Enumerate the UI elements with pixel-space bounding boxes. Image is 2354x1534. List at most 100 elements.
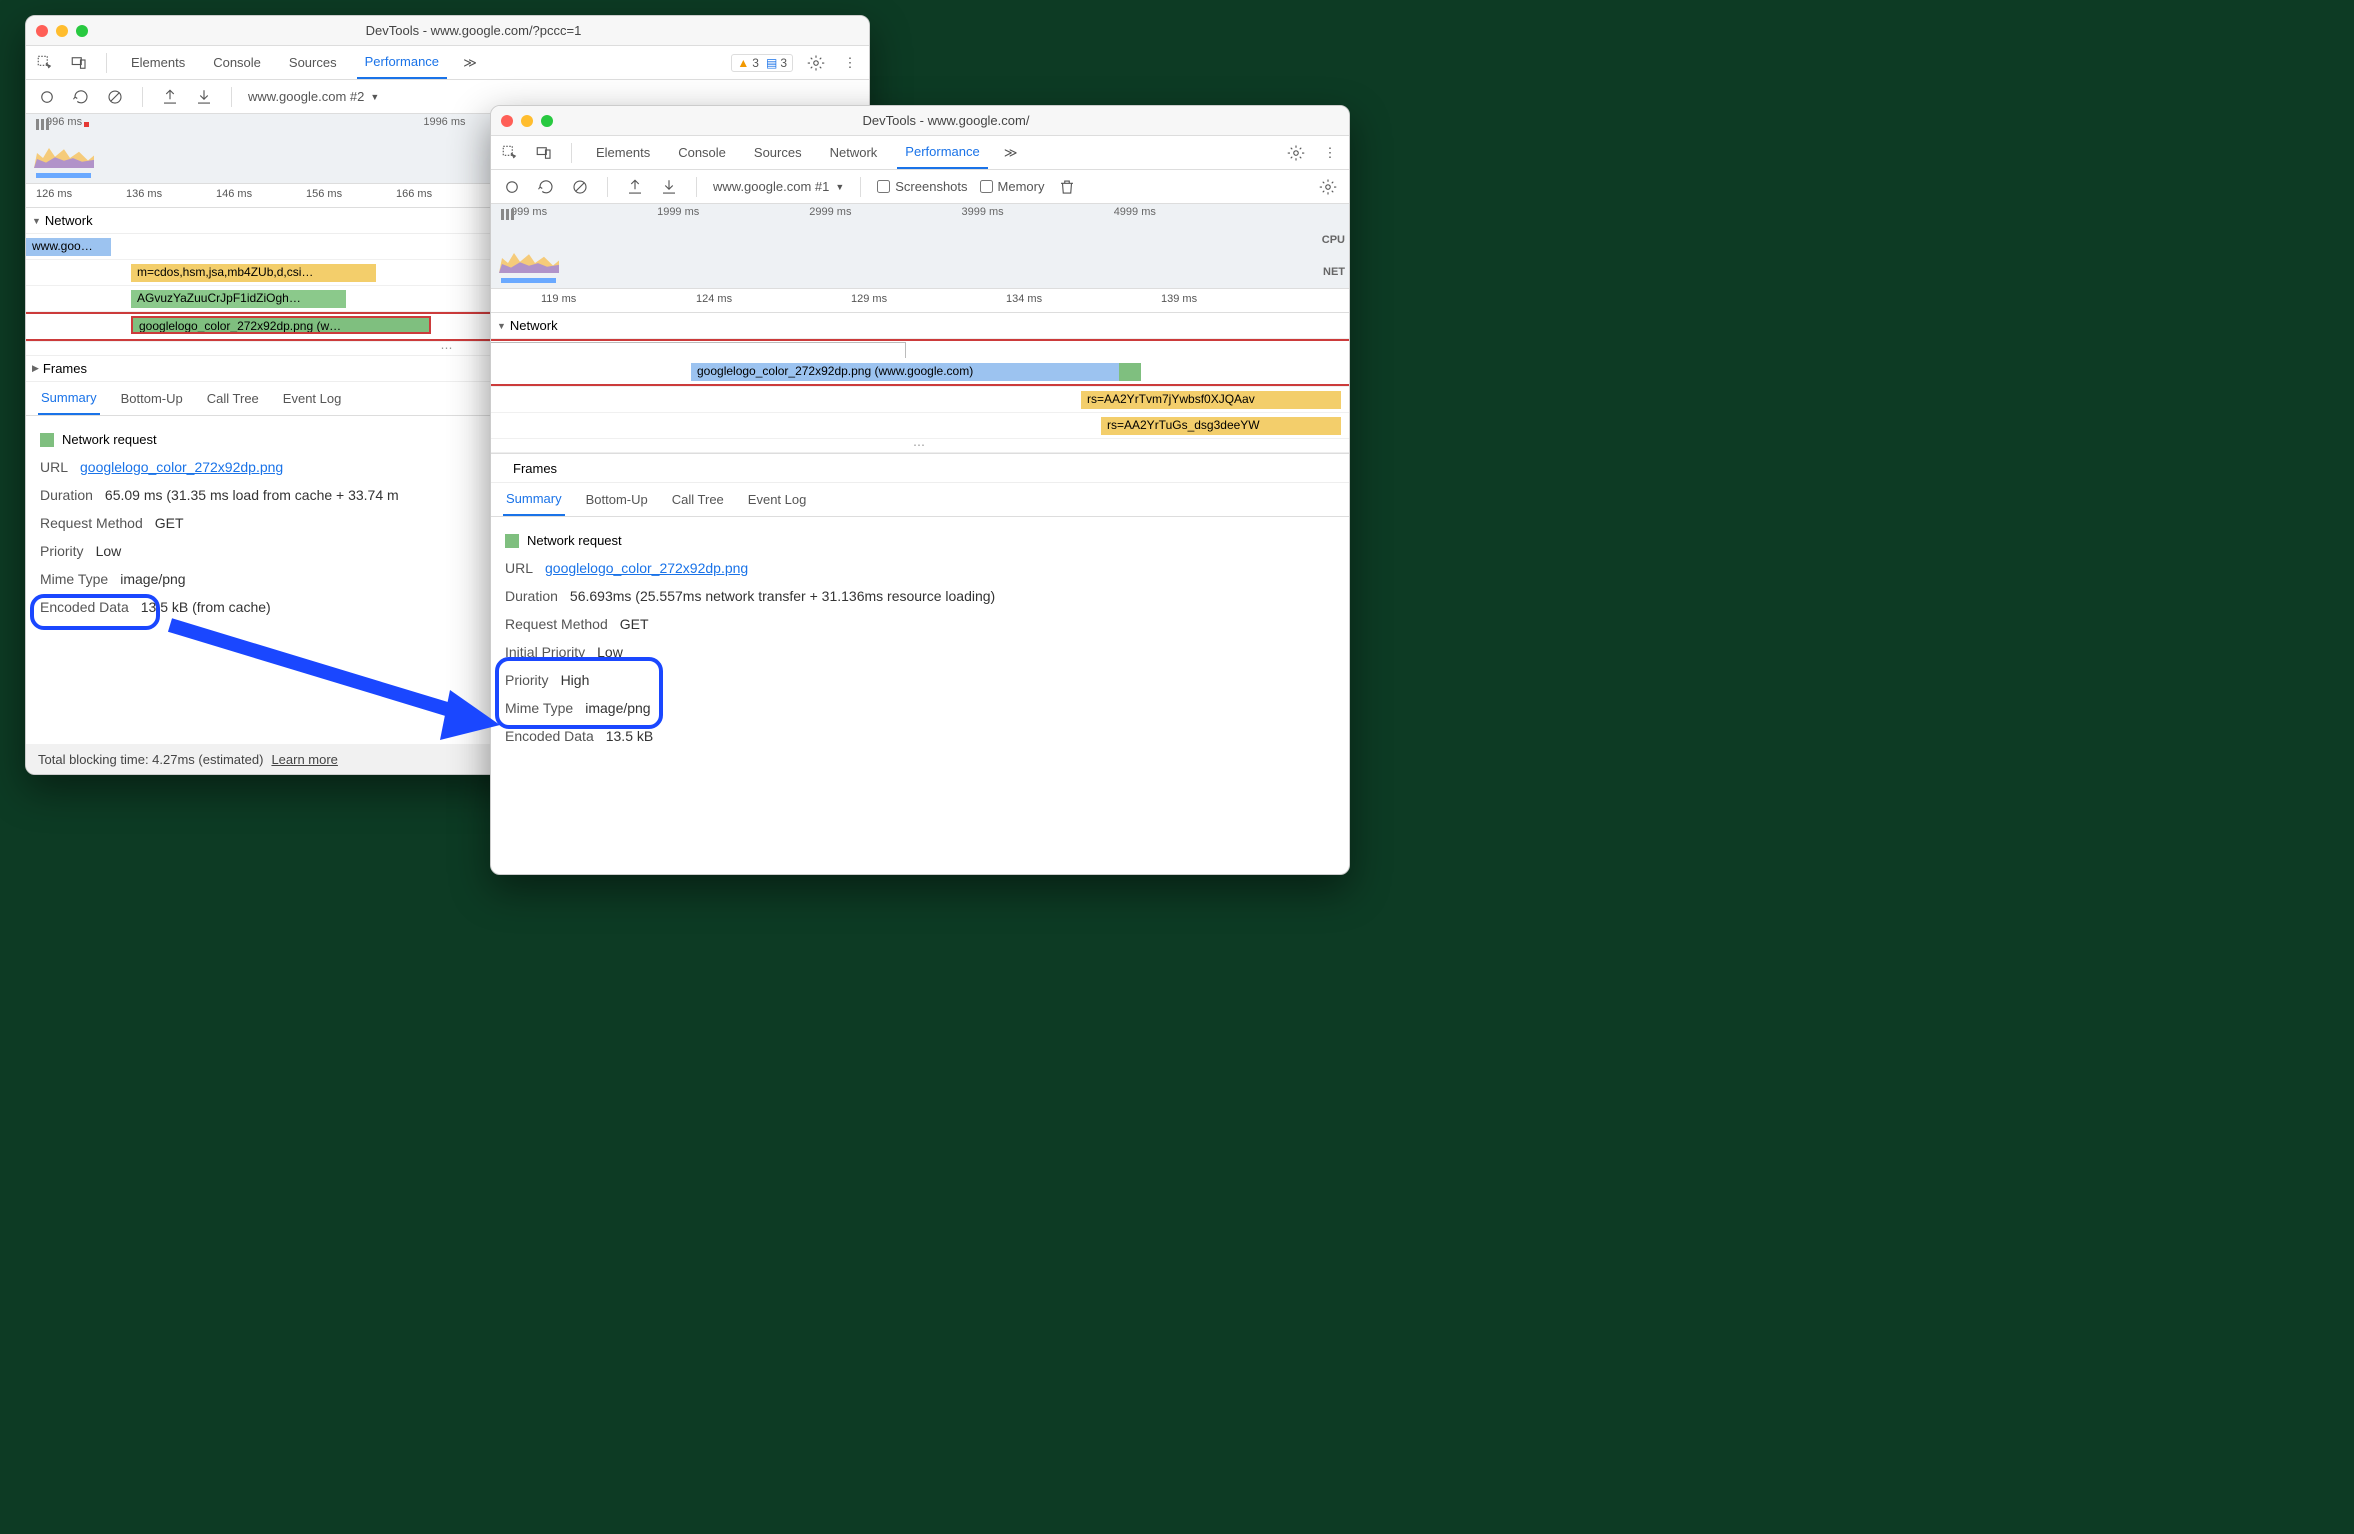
- method-value: GET: [155, 515, 184, 531]
- encoded-value: 13.5 kB (from cache): [141, 599, 271, 615]
- tab-sources[interactable]: Sources: [746, 136, 810, 169]
- details-subtabs: Summary Bottom-Up Call Tree Event Log: [491, 483, 1349, 517]
- device-toggle-icon[interactable]: [68, 52, 90, 74]
- url-link[interactable]: googlelogo_color_272x92dp.png: [80, 459, 283, 475]
- device-toggle-icon[interactable]: [533, 142, 555, 164]
- panel-title: Network request: [527, 533, 622, 548]
- reload-icon[interactable]: [535, 176, 557, 198]
- more-tabs-icon[interactable]: ≫: [459, 52, 481, 74]
- reload-icon[interactable]: [70, 86, 92, 108]
- overview-cpu-label: CPU: [1322, 234, 1345, 246]
- overview-chart: [34, 136, 94, 168]
- subtab-call-tree[interactable]: Call Tree: [204, 382, 262, 415]
- network-lane-selected: googlelogo_color_272x92dp.png (www.googl…: [491, 339, 1349, 387]
- tab-network[interactable]: Network: [822, 136, 886, 169]
- net-bar-script[interactable]: rs=AA2YrTvm7jYwbsf0XJQAav: [1081, 391, 1341, 409]
- net-bar-image-label: googlelogo_color_272x92dp.png (www.googl…: [697, 364, 973, 378]
- summary-panel: Network request URLgooglelogo_color_272x…: [491, 517, 1349, 762]
- tab-console[interactable]: Console: [205, 46, 269, 79]
- titlebar: DevTools - www.google.com/?pccc=1: [26, 16, 869, 46]
- session-select[interactable]: www.google.com #2 ▼: [248, 89, 379, 104]
- upload-icon[interactable]: [624, 176, 646, 198]
- memory-checkbox[interactable]: Memory: [980, 179, 1045, 194]
- upload-icon[interactable]: [159, 86, 181, 108]
- net-bar-image-selected[interactable]: googlelogo_color_272x92dp.png (w…: [131, 316, 431, 334]
- close-icon[interactable]: [501, 115, 513, 127]
- minimize-icon[interactable]: [521, 115, 533, 127]
- screenshots-checkbox[interactable]: Screenshots: [877, 179, 967, 194]
- subtab-call-tree[interactable]: Call Tree: [669, 483, 727, 516]
- net-bar-script[interactable]: rs=AA2YrTuGs_dsg3deeYW: [1101, 417, 1341, 435]
- overview-marker: [84, 122, 89, 127]
- minimize-icon[interactable]: [56, 25, 68, 37]
- annotation-circle: [30, 594, 160, 630]
- learn-more-link[interactable]: Learn more: [271, 752, 337, 767]
- clear-icon[interactable]: [104, 86, 126, 108]
- close-icon[interactable]: [36, 25, 48, 37]
- record-icon[interactable]: [501, 176, 523, 198]
- download-icon[interactable]: [193, 86, 215, 108]
- overview-bars: [36, 119, 49, 130]
- net-bar-res[interactable]: AGvuzYaZuuCrJpF1idZiOgh…: [131, 290, 346, 308]
- subtab-bottom-up[interactable]: Bottom-Up: [118, 382, 186, 415]
- session-select[interactable]: www.google.com #1 ▼: [713, 179, 844, 194]
- subtab-summary[interactable]: Summary: [503, 483, 565, 516]
- panel-title-row: Network request: [505, 529, 1335, 554]
- more-tabs-icon[interactable]: ≫: [1000, 142, 1022, 164]
- annotation-circle: [495, 657, 663, 729]
- mime-value: image/png: [120, 571, 185, 587]
- trash-icon[interactable]: [1056, 176, 1078, 198]
- kebab-icon[interactable]: ⋮: [1319, 142, 1341, 164]
- mime-label: Mime Type: [40, 571, 108, 587]
- record-icon[interactable]: [36, 86, 58, 108]
- overview-minimap[interactable]: 999 ms 1999 ms 2999 ms 3999 ms 4999 ms C…: [491, 204, 1349, 289]
- inspect-icon[interactable]: [499, 142, 521, 164]
- subtab-summary[interactable]: Summary: [38, 382, 100, 415]
- zoom-icon[interactable]: [541, 115, 553, 127]
- ruler-tick: 134 ms: [1006, 293, 1042, 305]
- inspect-icon[interactable]: [34, 52, 56, 74]
- duration-label: Duration: [505, 588, 558, 604]
- tab-elements[interactable]: Elements: [588, 136, 658, 169]
- ruler-tick: 119 ms: [541, 293, 576, 305]
- priority-label: Priority: [40, 543, 84, 559]
- frames-section-header[interactable]: Frames: [491, 453, 1349, 483]
- zoom-icon[interactable]: [76, 25, 88, 37]
- overview-tick: 999 ms: [511, 206, 547, 218]
- encoded-value: 13.5 kB: [606, 728, 653, 744]
- warning-icon: ▲: [737, 56, 749, 70]
- tab-sources[interactable]: Sources: [281, 46, 345, 79]
- tab-console[interactable]: Console: [670, 136, 734, 169]
- tab-performance[interactable]: Performance: [357, 46, 447, 79]
- session-value: www.google.com #2: [248, 89, 364, 104]
- info-count: 3: [780, 56, 787, 70]
- download-icon[interactable]: [658, 176, 680, 198]
- gear-icon[interactable]: [1285, 142, 1307, 164]
- overview-chart: [499, 241, 559, 273]
- subtab-bottom-up[interactable]: Bottom-Up: [583, 483, 651, 516]
- ruler-tick: 156 ms: [306, 188, 342, 200]
- main-tabbar: Elements Console Sources Network Perform…: [491, 136, 1349, 170]
- gear-icon[interactable]: [805, 52, 827, 74]
- chevron-down-icon: ▼: [835, 182, 844, 192]
- net-bar-script[interactable]: m=cdos,hsm,jsa,mb4ZUb,d,csi…: [131, 264, 376, 282]
- lane-expand-handle[interactable]: ⋯: [491, 439, 1349, 453]
- tab-elements[interactable]: Elements: [123, 46, 193, 79]
- network-section-header[interactable]: ▼ Network: [491, 313, 1349, 339]
- devtools-window-2: DevTools - www.google.com/ Elements Cons…: [490, 105, 1350, 875]
- overview-tick: 1996 ms: [423, 116, 465, 128]
- subtab-event-log[interactable]: Event Log: [745, 483, 810, 516]
- warning-badge[interactable]: ▲ 3 ▤ 3: [731, 54, 793, 72]
- net-bar-image[interactable]: googlelogo_color_272x92dp.png (www.googl…: [691, 363, 1141, 381]
- overview-bars: [501, 209, 514, 220]
- url-link[interactable]: googlelogo_color_272x92dp.png: [545, 560, 748, 576]
- time-ruler[interactable]: 119 ms 124 ms 129 ms 134 ms 139 ms: [491, 289, 1349, 313]
- main-tabbar: Elements Console Sources Performance ≫ ▲…: [26, 46, 869, 80]
- subtab-event-log[interactable]: Event Log: [280, 382, 345, 415]
- tab-performance[interactable]: Performance: [897, 136, 987, 169]
- gear-icon[interactable]: [1317, 176, 1339, 198]
- clear-icon[interactable]: [569, 176, 591, 198]
- network-section-label: Network: [510, 318, 558, 333]
- kebab-icon[interactable]: ⋮: [839, 52, 861, 74]
- net-bar-main[interactable]: www.goo…: [26, 238, 111, 256]
